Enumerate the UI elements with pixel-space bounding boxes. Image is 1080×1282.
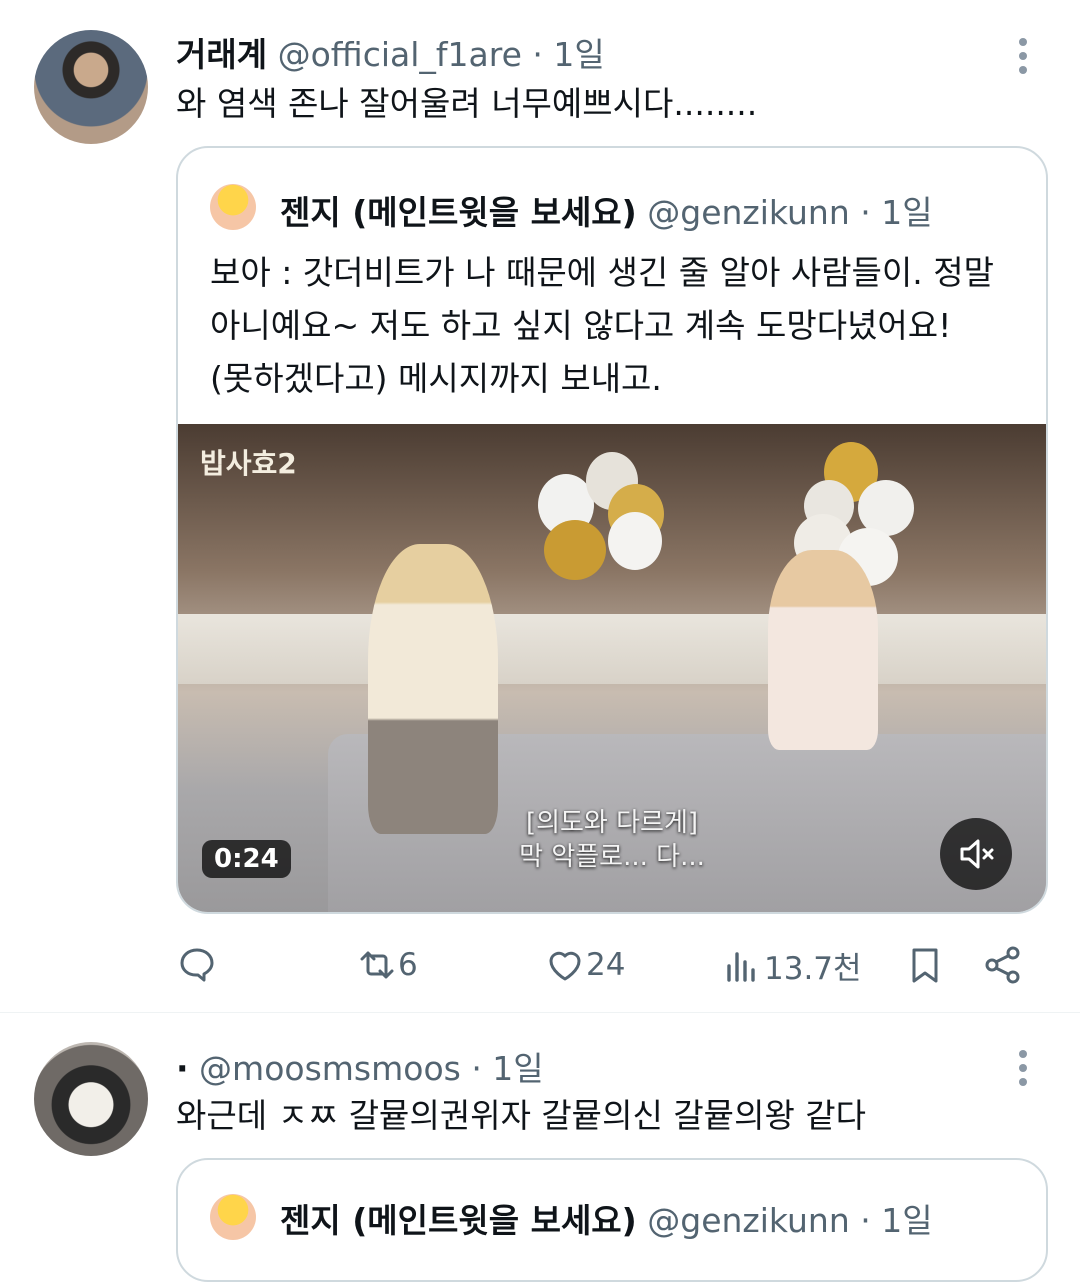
- quoted-avatar: [210, 1194, 256, 1240]
- views-count: 13.7천: [764, 950, 862, 987]
- bookmark-button[interactable]: [904, 938, 946, 992]
- quoted-time: · 1일: [860, 193, 933, 232]
- video-background: [178, 614, 1046, 684]
- author-handle[interactable]: @official_f1are: [278, 35, 522, 74]
- tweet-time[interactable]: · 1일: [532, 35, 604, 74]
- tweet-divider: [0, 1012, 1080, 1013]
- avatar[interactable]: [34, 30, 148, 144]
- mute-icon[interactable]: [940, 818, 1012, 890]
- avatar[interactable]: [34, 1042, 148, 1156]
- share-button[interactable]: [982, 938, 1024, 992]
- tweet-time[interactable]: · 1일: [471, 1049, 543, 1088]
- person-right: [768, 550, 878, 750]
- tweet-text: 와 염색 존나 잘어울려 너무예쁘시다........: [176, 84, 758, 123]
- video-logo: 밥사효2: [200, 447, 297, 480]
- quoted-text-line: 보아 : 갓더비트가 나 때문에 생긴 줄 알아 사람들이. 정말: [210, 253, 994, 292]
- quoted-avatar: [210, 184, 256, 230]
- reply-button[interactable]: [176, 938, 218, 992]
- views-button[interactable]: 13.7천: [722, 938, 862, 992]
- quoted-time: · 1일: [860, 1201, 933, 1240]
- retweet-button[interactable]: 6: [356, 938, 418, 992]
- more-icon[interactable]: [1018, 38, 1028, 74]
- bookmark-icon: [912, 948, 938, 983]
- video-subtitle: 막 악플로... 다...: [519, 842, 705, 872]
- tweet-header: 거래계 @official_f1are · 1일: [176, 28, 605, 76]
- heart-icon: [549, 951, 581, 981]
- quoted-header: 젠지 (메인트윗을 보세요) @genzikunn · 1일: [280, 1194, 933, 1242]
- quoted-text: 보아 : 갓더비트가 나 때문에 생긴 줄 알아 사람들이. 정말 아니예요~ …: [210, 246, 994, 405]
- quoted-author-name: 젠지 (메인트윗을 보세요): [280, 193, 637, 232]
- share-icon: [985, 946, 1020, 984]
- video-player[interactable]: 밥사효2 [의도와 다르게] 막 악플로... 다... 0:24: [178, 424, 1046, 912]
- tweet-header: · @moosmsmoos · 1일: [176, 1042, 544, 1090]
- person-left: [368, 544, 498, 834]
- like-button[interactable]: 24: [544, 938, 625, 992]
- more-icon[interactable]: [1018, 1050, 1028, 1086]
- quoted-text-line: 아니예요~ 저도 하고 싶지 않다고 계속 도망다녔어요!: [210, 306, 952, 345]
- quoted-text-line: (못하겠다고) 메시지까지 보내고.: [210, 359, 662, 398]
- quoted-author-handle: @genzikunn: [647, 1201, 850, 1240]
- tweet-text: 와근데 ㅈㅉ 갈뮽의권위자 갈뮽의신 갈뮽의왕 같다: [176, 1096, 867, 1135]
- quoted-author-handle: @genzikunn: [647, 193, 850, 232]
- video-duration: 0:24: [202, 840, 291, 878]
- action-bar: 6 24 13.7천: [0, 938, 1080, 992]
- like-count: 24: [586, 947, 626, 983]
- quoted-tweet[interactable]: 젠지 (메인트윗을 보세요) @genzikunn · 1일 보아 : 갓더비트…: [176, 146, 1048, 914]
- quoted-author-name: 젠지 (메인트윗을 보세요): [280, 1201, 637, 1240]
- video-subtitle: [의도와 다르게]: [525, 808, 699, 838]
- author-handle[interactable]: @moosmsmoos: [199, 1049, 461, 1088]
- retweet-count: 6: [398, 947, 418, 983]
- quoted-header: 젠지 (메인트윗을 보세요) @genzikunn · 1일: [280, 186, 933, 234]
- balloon: [544, 520, 606, 580]
- retweet-icon: [360, 951, 394, 979]
- quoted-tweet[interactable]: 젠지 (메인트윗을 보세요) @genzikunn · 1일: [176, 1158, 1048, 1282]
- author-name[interactable]: ·: [176, 1049, 189, 1088]
- views-icon: [727, 952, 755, 982]
- balloon: [608, 512, 662, 570]
- author-name[interactable]: 거래계: [176, 35, 267, 74]
- reply-icon: [180, 948, 214, 982]
